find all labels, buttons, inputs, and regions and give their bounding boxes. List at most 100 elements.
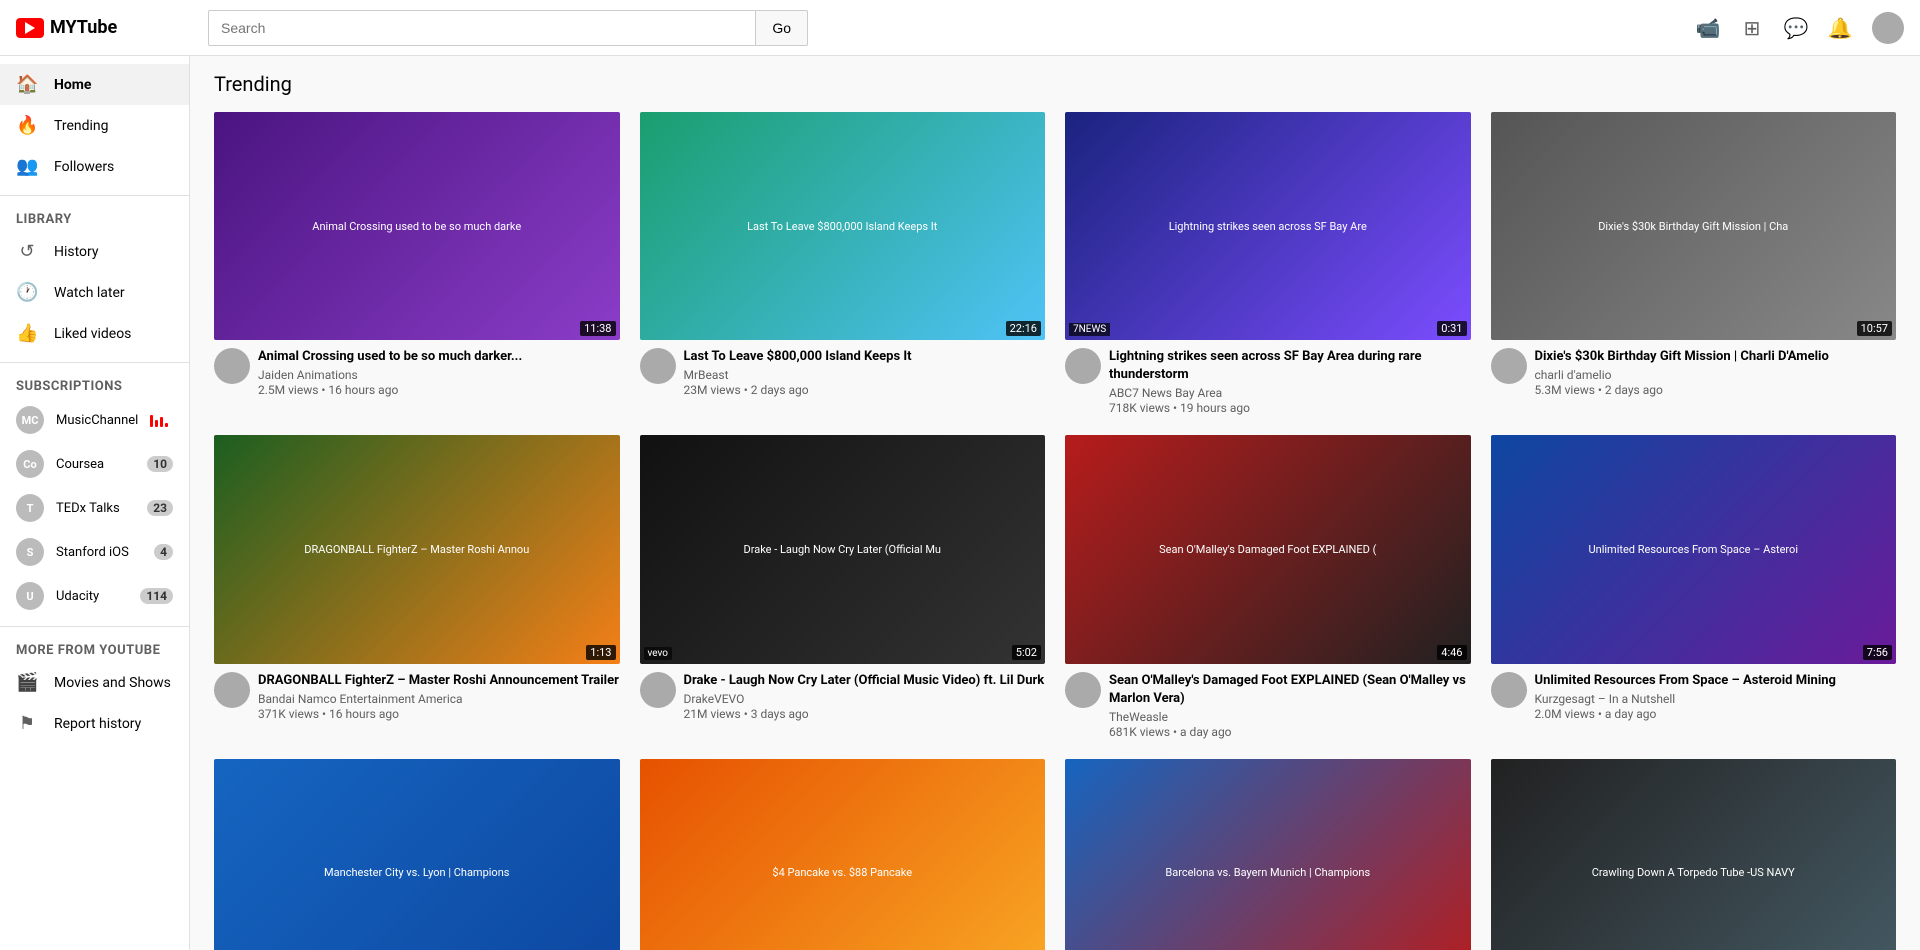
thumbnail: Last To Leave $800,000 Island Keeps It22… [640,112,1046,340]
video-channel: charli d'amelio [1535,368,1897,382]
channel-avatar [214,672,250,708]
video-title: Dixie's $30k Birthday Gift Mission | Cha… [1535,348,1897,366]
thumbnail-label: $4 Pancake vs. $88 Pancake [640,759,1046,950]
video-card[interactable]: Lightning strikes seen across SF Bay Are… [1065,112,1471,415]
video-info: Animal Crossing used to be so much darke… [214,348,620,397]
thumbnail: Sean O'Malley's Damaged Foot EXPLAINED (… [1065,435,1471,663]
video-info: Drake - Laugh Now Cry Later (Official Mu… [640,672,1046,721]
history-icon: ↺ [16,241,38,262]
sidebar-item-followers[interactable]: 👥 Followers [0,146,189,187]
thumbnail: Lightning strikes seen across SF Bay Are… [1065,112,1471,340]
channel-avatar [1491,348,1527,384]
video-title: Lightning strikes seen across SF Bay Are… [1109,348,1471,384]
sidebar-label-liked: Liked videos [54,326,131,342]
thumbnail: Animal Crossing used to be so much darke… [214,112,620,340]
sidebar-divider-1 [0,195,189,196]
header: MYTube Go 📹 ⊞ 💬 🔔 [0,0,1920,56]
sub-label: MusicChannel [56,413,138,428]
duration-badge: 11:38 [580,321,615,336]
sidebar-item-udacity[interactable]: UUdacity114 [0,574,189,618]
grid-icon[interactable]: ⊞ [1740,16,1764,40]
sidebar-item-stanford-ios[interactable]: SStanford iOS4 [0,530,189,574]
video-channel: DrakeVEVO [684,692,1046,706]
sidebar-item-movies[interactable]: 🎬 Movies and Shows [0,662,189,703]
search-button[interactable]: Go [755,10,808,46]
chat-icon[interactable]: 💬 [1784,16,1808,40]
sidebar-item-watch-later[interactable]: 🕐 Watch later [0,272,189,313]
sub-label: Coursea [56,457,104,472]
video-info: DRAGONBALL FighterZ – Master Roshi Annou… [214,672,620,721]
sidebar-item-report[interactable]: ⚑ Report history [0,703,189,744]
thumbnail-label: Last To Leave $800,000 Island Keeps It [640,112,1046,340]
video-card[interactable]: Unlimited Resources From Space – Asteroi… [1491,435,1897,738]
sidebar-item-history[interactable]: ↺ History [0,231,189,272]
thumbnail-label: Unlimited Resources From Space – Asteroi [1491,435,1897,663]
news-badge: 7NEWS [1069,323,1110,336]
thumbnail-label: Drake - Laugh Now Cry Later (Official Mu [640,435,1046,663]
sidebar-item-liked-videos[interactable]: 👍 Liked videos [0,313,189,354]
duration-badge: 7:56 [1863,645,1892,660]
sidebar-divider-2 [0,362,189,363]
video-channel: Kurzgesagt – In a Nutshell [1535,692,1897,706]
thumbnail: Barcelona vs. Bayern Munich | Champions1… [1065,759,1471,950]
video-card[interactable]: DRAGONBALL FighterZ – Master Roshi Annou… [214,435,620,738]
channel-avatar [640,348,676,384]
header-icons: 📹 ⊞ 💬 🔔 [1696,12,1904,44]
sub-avatar: U [16,582,44,610]
video-card[interactable]: Crawling Down A Torpedo Tube -US NAVY20:… [1491,759,1897,950]
layout: 🏠 Home 🔥 Trending 👥 Followers LIBRARY ↺ … [0,56,1920,950]
channel-avatar [1065,672,1101,708]
video-card[interactable]: Barcelona vs. Bayern Munich | Champions1… [1065,759,1471,950]
bell-icon[interactable]: 🔔 [1828,16,1852,40]
camera-icon[interactable]: 📹 [1696,16,1720,40]
channel-avatar [640,672,676,708]
logo-icon [16,18,44,38]
video-channel: ABC7 News Bay Area [1109,386,1471,400]
library-section-title: LIBRARY [0,204,189,231]
search-input[interactable] [208,10,755,46]
video-details: Sean O'Malley's Damaged Foot EXPLAINED (… [1109,672,1471,739]
video-title: Drake - Laugh Now Cry Later (Official Mu… [684,672,1046,690]
sidebar-label-followers: Followers [54,159,114,175]
video-card[interactable]: Animal Crossing used to be so much darke… [214,112,620,415]
avatar[interactable] [1872,12,1904,44]
search-bar: Go [208,10,808,46]
sidebar-label-home: Home [54,77,91,93]
thumbnail: Unlimited Resources From Space – Asteroi… [1491,435,1897,663]
video-info: Unlimited Resources From Space – Asteroi… [1491,672,1897,721]
sidebar-label-watch-later: Watch later [54,285,125,301]
video-channel: MrBeast [684,368,1046,382]
video-info: Dixie's $30k Birthday Gift Mission | Cha… [1491,348,1897,397]
sub-avatar: MC [16,406,44,434]
video-card[interactable]: Dixie's $30k Birthday Gift Mission | Cha… [1491,112,1897,415]
video-details: Unlimited Resources From Space – Asteroi… [1535,672,1897,721]
video-meta: 2.0M views • a day ago [1535,707,1897,721]
video-card[interactable]: Sean O'Malley's Damaged Foot EXPLAINED (… [1065,435,1471,738]
thumbnail: $4 Pancake vs. $88 Pancake17:55 [640,759,1046,950]
sidebar-label-movies: Movies and Shows [54,675,171,691]
video-card[interactable]: Last To Leave $800,000 Island Keeps It22… [640,112,1046,415]
channel-avatar [214,348,250,384]
sidebar-item-home[interactable]: 🏠 Home [0,64,189,105]
video-title: Sean O'Malley's Damaged Foot EXPLAINED (… [1109,672,1471,708]
sidebar-item-coursea[interactable]: CoCoursea10 [0,442,189,486]
video-card[interactable]: Manchester City vs. Lyon | Champions11:3… [214,759,620,950]
video-title: DRAGONBALL FighterZ – Master Roshi Annou… [258,672,620,690]
video-card[interactable]: $4 Pancake vs. $88 Pancake17:55$4 Pancak… [640,759,1046,950]
video-details: Dixie's $30k Birthday Gift Mission | Cha… [1535,348,1897,397]
sidebar-label-trending: Trending [54,118,109,134]
duration-badge: 1:13 [586,645,615,660]
video-channel: Jaiden Animations [258,368,620,382]
video-title: Unlimited Resources From Space – Asteroi… [1535,672,1897,690]
thumbnail: Manchester City vs. Lyon | Champions11:3… [214,759,620,950]
sidebar-item-music-channel[interactable]: MC MusicChannel [0,398,189,442]
trending-icon: 🔥 [16,115,38,136]
sidebar-item-tedx-talks[interactable]: TTEDx Talks23 [0,486,189,530]
sidebar-item-trending[interactable]: 🔥 Trending [0,105,189,146]
channel-avatar [1065,348,1101,384]
sub-avatar: T [16,494,44,522]
video-card[interactable]: Drake - Laugh Now Cry Later (Official Mu… [640,435,1046,738]
thumbnail: DRAGONBALL FighterZ – Master Roshi Annou… [214,435,620,663]
trending-title: Trending [214,72,1896,96]
watch-later-icon: 🕐 [16,282,38,303]
